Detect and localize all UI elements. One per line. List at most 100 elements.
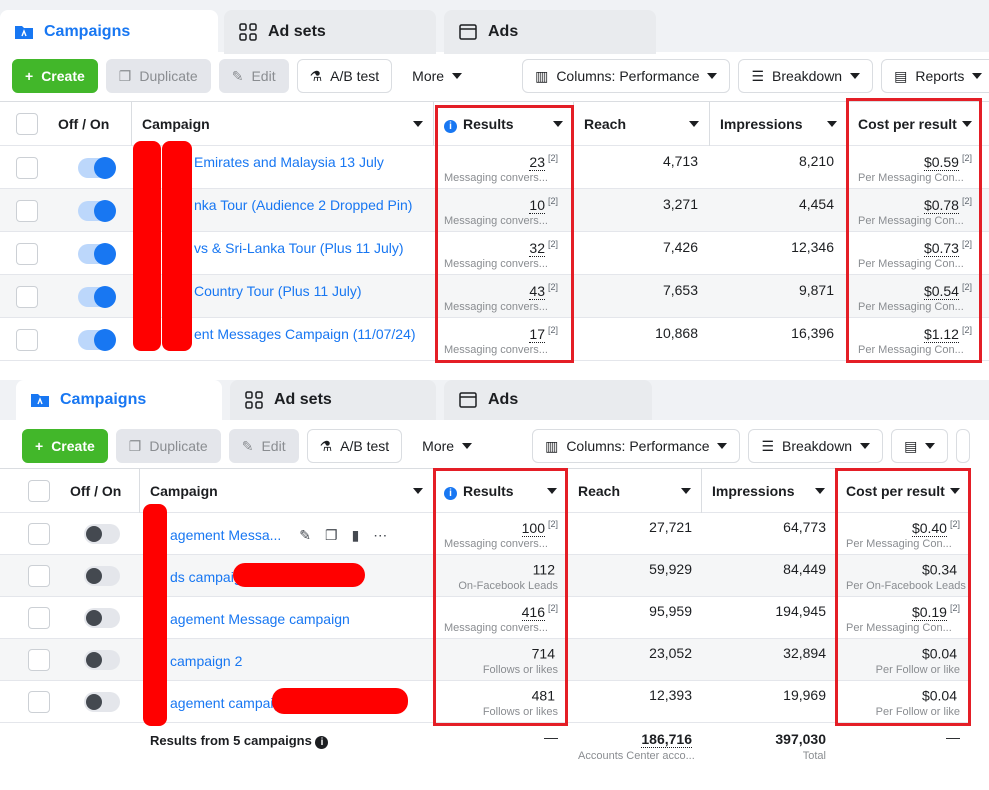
campaign-name-link[interactable]: agement Message campaign [160, 611, 434, 627]
campaign-toggle[interactable] [78, 199, 116, 222]
more-icon[interactable]: ⋯ [373, 527, 401, 543]
reports-icon: ▤ [894, 67, 908, 84]
ab-test-button[interactable]: ⚗ A/B test [296, 59, 393, 93]
toggle-knob [86, 610, 102, 626]
columns-button[interactable]: ▥ Columns: Performance [522, 59, 731, 93]
row-checkbox[interactable] [16, 328, 38, 351]
duplicate-icon[interactable]: ❐ [325, 527, 352, 543]
row-checkbox[interactable] [28, 565, 50, 587]
create-button[interactable]: + Create [22, 429, 108, 463]
select-all-checkbox[interactable] [16, 113, 38, 135]
col-campaign[interactable]: Campaign [140, 469, 434, 513]
ad-icon [459, 24, 477, 40]
grid-icon [245, 391, 263, 409]
tab-campaigns[interactable]: Campaigns [16, 380, 222, 420]
row-checkbox[interactable] [16, 199, 38, 222]
chevron-down-icon [707, 73, 718, 79]
results-highlight-box [433, 468, 568, 726]
breakdown-button[interactable]: ☰ Breakdown [738, 59, 874, 93]
campaign-name: agement Messa... [170, 527, 282, 543]
pencil-icon[interactable]: ✎ [299, 527, 325, 543]
campaign-toggle[interactable] [78, 285, 116, 308]
impressions-value: 16,396 [791, 325, 834, 341]
impressions-value: 64,773 [783, 519, 826, 535]
chart-icon[interactable]: ▮ [352, 527, 374, 543]
redaction-mark [162, 141, 192, 351]
campaign-toggle[interactable] [84, 566, 120, 586]
overflow-button[interactable] [956, 429, 971, 463]
row-checkbox[interactable] [28, 607, 50, 629]
summary-impressions: 397,030 [775, 731, 826, 747]
redaction-mark [133, 141, 161, 351]
more-button[interactable]: More [410, 429, 484, 463]
summary-reach-sub: Accounts Center acco... [578, 750, 695, 762]
row-checkbox[interactable] [28, 649, 50, 671]
campaign-name: nka Tour (Audience 2 Dropped Pin) [194, 197, 413, 213]
campaign-toggle[interactable] [84, 650, 120, 670]
duplicate-button[interactable]: ❐ Duplicate [105, 59, 211, 93]
chevron-down-icon [860, 443, 871, 449]
campaign-name-link[interactable]: campaign 2 [160, 653, 434, 669]
reports-button[interactable]: ▤ [891, 429, 949, 463]
sort-caret-icon [681, 488, 691, 494]
campaign-toggle[interactable] [84, 692, 120, 712]
campaign-toggle[interactable] [84, 608, 120, 628]
col-campaign[interactable]: Campaign [132, 102, 434, 146]
tab-ad-sets[interactable]: Ad sets [224, 10, 436, 54]
campaign-toggle[interactable] [78, 242, 116, 265]
breakdown-button[interactable]: ☰ Breakdown [748, 429, 884, 463]
toggle-knob [94, 199, 116, 222]
campaigns-panel-top: Campaigns Ad sets Ads + Create ❐ Duplicate… [0, 0, 989, 368]
ab-test-button[interactable]: ⚗ A/B test [306, 429, 403, 463]
folder-icon [15, 26, 33, 39]
col-impressions[interactable]: Impressions [710, 102, 848, 146]
columns-icon: ▥ [535, 67, 549, 84]
campaign-name-link[interactable]: agement Messa... ✎❐▮⋯ [160, 527, 434, 544]
row-checkbox[interactable] [28, 691, 50, 713]
breakdown-icon: ☰ [761, 437, 775, 454]
row-checkbox[interactable] [16, 285, 38, 308]
more-button[interactable]: More [400, 59, 474, 93]
edit-button[interactable]: ✎ Edit [228, 429, 299, 463]
row-checkbox[interactable] [28, 523, 50, 545]
toggle-knob [86, 526, 102, 542]
tab-ads[interactable]: Ads [444, 10, 656, 54]
ad-icon [459, 392, 477, 408]
select-all-checkbox[interactable] [28, 480, 50, 502]
row-checkbox[interactable] [16, 156, 38, 179]
campaign-toggle[interactable] [84, 524, 120, 544]
campaign-name-link[interactable]: ent Messages Campaign (11/07/24) [184, 326, 434, 342]
col-reach[interactable]: Reach [568, 469, 702, 513]
impressions-value: 194,945 [775, 603, 826, 619]
col-off-on: Off / On [60, 469, 140, 513]
reports-button[interactable]: ▤ Reports [881, 59, 989, 93]
col-reach[interactable]: Reach [574, 102, 710, 146]
col-impressions[interactable]: Impressions [702, 469, 836, 513]
campaign-name-link[interactable]: Emirates and Malaysia 13 July [184, 154, 434, 170]
tab-bar: Campaigns Ad sets Ads [0, 0, 989, 54]
reach-value: 95,959 [649, 603, 692, 619]
toggle-knob [86, 568, 102, 584]
campaign-toggle[interactable] [78, 328, 116, 351]
results-highlight-box [435, 105, 574, 363]
summary-impressions-sub: Total [802, 750, 826, 762]
tab-ad-sets[interactable]: Ad sets [230, 380, 436, 420]
duplicate-icon: ❐ [128, 437, 142, 454]
reach-value: 7,653 [662, 282, 698, 298]
toolbar: + Create ❐ Duplicate ✎ Edit ⚗ A/B test More … [0, 52, 989, 100]
campaign-toggle[interactable] [78, 156, 116, 179]
tab-ads[interactable]: Ads [444, 380, 652, 420]
campaign-name-link[interactable]: Country Tour (Plus 11 July) [184, 283, 434, 299]
row-checkbox[interactable] [16, 242, 38, 265]
campaign-name-link[interactable]: vs & Sri-Lanka Tour (Plus 11 July) [184, 240, 434, 256]
impressions-value: 8,210 [798, 153, 834, 169]
redaction-mark [272, 688, 408, 714]
campaign-name-link[interactable]: nka Tour (Audience 2 Dropped Pin) [184, 197, 434, 213]
create-button[interactable]: + Create [12, 59, 98, 93]
chevron-down-icon [452, 73, 463, 79]
edit-button[interactable]: ✎ Edit [218, 59, 289, 93]
tab-campaigns[interactable]: Campaigns [0, 10, 218, 54]
breakdown-icon: ☰ [751, 67, 765, 84]
duplicate-button[interactable]: ❐ Duplicate [115, 429, 221, 463]
columns-button[interactable]: ▥ Columns: Performance [532, 429, 741, 463]
